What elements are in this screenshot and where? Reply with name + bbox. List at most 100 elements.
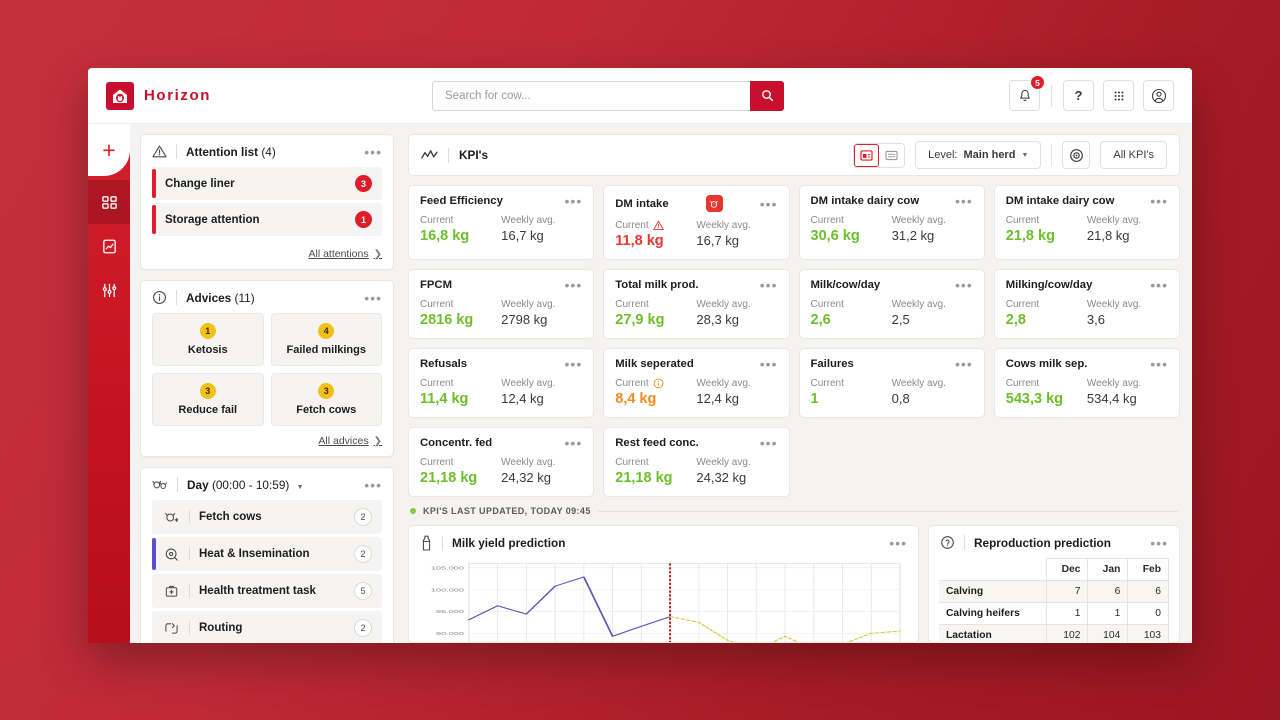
search-button[interactable] — [750, 80, 784, 111]
repro-cell: 102 — [1046, 624, 1089, 643]
kpi-average-column: Weekly avg. 21,8 kg — [1087, 215, 1168, 244]
kpi-card[interactable]: FPCM ••• Current 2816 kg Weekly avg. 2798 kg — [408, 269, 595, 339]
more-options-icon[interactable]: ••• — [760, 278, 778, 292]
more-options-icon[interactable]: ••• — [1150, 194, 1168, 208]
more-options-icon[interactable]: ••• — [1150, 536, 1168, 550]
more-options-icon[interactable]: ••• — [1150, 278, 1168, 292]
kpi-current-value: 8,4 kg — [615, 391, 657, 407]
right-column: KPI's Level: Main herd ▼ All KPI's Feed … — [402, 124, 1192, 643]
all-attentions-link[interactable]: All attentions ❯ — [308, 248, 382, 260]
more-options-icon[interactable]: ••• — [565, 436, 583, 450]
table-row[interactable]: Storage attention 1 — [152, 203, 382, 236]
advices-grid: 1 Ketosis 4 Failed milkings 3 Reduce fai… — [152, 313, 382, 426]
more-options-icon[interactable]: ••• — [760, 357, 778, 371]
kpi-card[interactable]: Total milk prod. ••• Current 27,9 kg Weekly … — [603, 269, 790, 339]
kpi-card[interactable]: Milk seperated ••• Current 8,4 kg Weekly avg… — [603, 348, 790, 418]
attention-list-card: Attention list (4) ••• Change liner 3 St… — [140, 134, 394, 270]
all-kpis-label: All KPI's — [1113, 149, 1154, 161]
all-kpis-button[interactable]: All KPI's — [1100, 141, 1167, 169]
kpi-card[interactable]: Failures ••• Current 1 Weekly avg. 0,8 — [798, 348, 985, 418]
heat-icon — [164, 547, 180, 562]
notifications-button[interactable]: 5 — [1009, 75, 1045, 111]
kpi-average-value: 12,4 kg — [501, 391, 544, 406]
advices-header: Advices (11) ••• — [141, 281, 393, 313]
kpi-current-label: Current — [1005, 299, 1040, 310]
kpi-card[interactable]: Milking/cow/day ••• Current 2,8 Weekly avg. 3… — [993, 269, 1180, 339]
kpi-current-value: 16,8 kg — [420, 228, 470, 244]
table-row[interactable]: Calving heifers 1 1 0 — [939, 602, 1169, 625]
list-item[interactable]: 3 Reduce fail — [152, 373, 264, 426]
kpi-average-value: 16,7 kg — [696, 233, 740, 248]
list-item[interactable]: 1 Ketosis — [152, 313, 264, 366]
kpi-scroll-region[interactable]: Feed Efficiency ••• Current 16,8 kg Weekly a… — [408, 185, 1180, 643]
header-divider — [442, 535, 443, 551]
kpi-card[interactable]: Rest feed conc. ••• Current 21,18 kg Weekly … — [603, 427, 790, 497]
kpi-card[interactable]: DM intake ••• Current 11,8 kg Weekly avg. 16,… — [603, 185, 790, 260]
more-options-icon[interactable]: ••• — [889, 536, 907, 550]
search-input[interactable] — [432, 80, 750, 111]
more-options-icon[interactable]: ••• — [364, 478, 382, 492]
more-options-icon[interactable]: ••• — [955, 357, 973, 371]
topbar-divider — [1051, 84, 1052, 107]
kpi-card-header: Refusals ••• — [420, 357, 583, 371]
list-item[interactable]: Fetch cows 2 — [152, 500, 382, 534]
grid-apps-icon — [1113, 90, 1124, 101]
kpi-current-label: Current — [615, 378, 696, 389]
chevron-down-icon[interactable]: ▼ — [297, 484, 304, 491]
target-icon — [1070, 148, 1083, 162]
more-options-icon[interactable]: ••• — [955, 194, 973, 208]
more-options-icon[interactable]: ••• — [565, 278, 583, 292]
kpi-card[interactable]: DM intake dairy cow ••• Current 21,8 kg Week… — [993, 185, 1180, 260]
table-row[interactable]: Calving 7 6 6 — [939, 580, 1169, 603]
chart-y-tick-label: 90.000 — [436, 630, 464, 636]
header-divider — [177, 477, 178, 492]
card-view-icon[interactable] — [854, 143, 880, 167]
add-button[interactable]: + — [102, 138, 115, 162]
kpi-current-label: Current — [810, 299, 844, 310]
list-view-icon[interactable] — [879, 143, 905, 167]
cow-alert-badge-icon[interactable] — [705, 195, 723, 212]
all-advices-link[interactable]: All advices ❯ — [318, 435, 382, 447]
list-item[interactable]: Heat & Insemination 2 — [152, 537, 382, 571]
brand-logo[interactable]: Horizon — [106, 81, 406, 110]
more-options-icon[interactable]: ••• — [364, 145, 382, 159]
kpi-card[interactable]: DM intake dairy cow ••• Current 30,6 kg Week… — [798, 185, 985, 260]
sidebar-item-settings[interactable] — [88, 268, 130, 312]
target-button[interactable] — [1062, 141, 1091, 169]
list-item[interactable]: 4 Failed milkings — [270, 313, 382, 366]
more-options-icon[interactable]: ••• — [565, 194, 583, 208]
kpi-card-header: DM intake ••• — [615, 195, 777, 212]
kpi-average-value: 2798 kg — [501, 312, 548, 327]
list-item[interactable]: Health treatment task 5 — [152, 574, 382, 608]
more-options-icon[interactable]: ••• — [760, 436, 778, 450]
day-tasks-range: (00:00 - 10:59) — [211, 477, 290, 492]
more-options-icon[interactable]: ••• — [955, 278, 973, 292]
kpi-card[interactable]: Feed Efficiency ••• Current 16,8 kg Weekly a… — [408, 185, 595, 260]
task-divider — [189, 584, 190, 598]
list-item[interactable]: 3 Fetch cows — [270, 373, 382, 426]
kpi-current-value: 30,6 kg — [810, 228, 860, 244]
sidebar-item-reports[interactable] — [88, 224, 130, 268]
table-row[interactable]: Lactation 102 104 103 — [939, 624, 1169, 643]
more-options-icon[interactable]: ••• — [760, 197, 778, 211]
level-selector[interactable]: Level: Main herd ▼ — [915, 141, 1042, 169]
help-button[interactable]: ? — [1063, 80, 1094, 111]
kpi-card[interactable]: Cows milk sep. ••• Current 543,3 kg Weekly a… — [993, 348, 1180, 418]
kpi-card[interactable]: Concentr. fed ••• Current 21,18 kg Weekly av… — [408, 427, 595, 497]
table-row[interactable]: Change liner 3 — [152, 167, 382, 200]
kpi-card[interactable]: Milk/cow/day ••• Current 2,6 Weekly avg. 2,5 — [798, 269, 985, 339]
kpi-average-label: Weekly avg. — [501, 299, 556, 310]
kpi-current-value: 11,8 kg — [615, 233, 664, 249]
account-button[interactable] — [1143, 80, 1174, 111]
attention-list-count: (4) — [261, 144, 276, 159]
more-options-icon[interactable]: ••• — [565, 357, 583, 371]
kpi-current-column: Current 11,8 kg — [615, 220, 696, 249]
day-tasks-card: Day (00:00 - 10:59) ▼ ••• Fetch cows 2 H… — [140, 467, 394, 643]
apps-button[interactable] — [1103, 80, 1134, 111]
kpi-card-header: DM intake dairy cow ••• — [1006, 194, 1168, 208]
more-options-icon[interactable]: ••• — [1150, 357, 1168, 371]
kpi-card[interactable]: Refusals ••• Current 11,4 kg Weekly avg. 12,4… — [408, 348, 595, 418]
more-options-icon[interactable]: ••• — [364, 291, 382, 305]
sidebar-item-dashboard[interactable] — [88, 180, 130, 224]
list-item[interactable]: Routing 2 — [152, 611, 382, 643]
